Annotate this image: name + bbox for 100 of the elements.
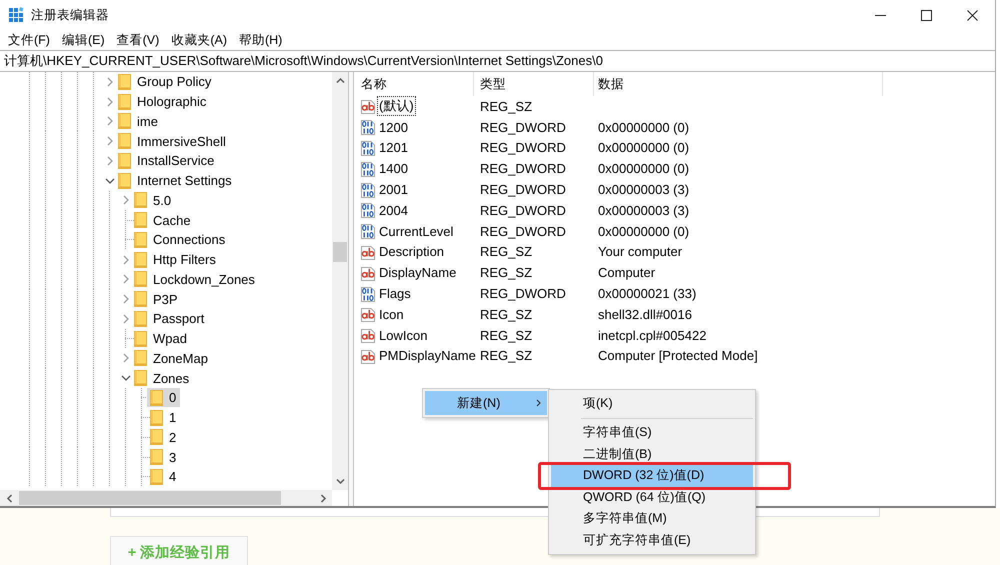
value-data: 0x00000000 (0) [597,120,690,135]
horizontal-scrollbar[interactable] [0,490,332,506]
window-title: 注册表编辑器 [31,6,109,24]
tree-item[interactable]: 5.0 [131,190,176,210]
folder-icon [150,468,163,485]
column-header[interactable]: 名称 [361,76,387,92]
menu-item[interactable]: 文件(F) [2,30,56,50]
tree-item[interactable]: Wpad [131,329,191,348]
value-name[interactable]: LowIcon [377,326,430,344]
tree-item[interactable]: Http Filters [131,250,220,270]
binary-value-icon [360,202,376,218]
string-value-icon [360,306,376,322]
tree-item[interactable]: Internet Settings [115,171,236,190]
value-name[interactable]: 1201 [377,139,410,156]
value-type: REG_DWORD [479,286,566,302]
column-header[interactable]: 数据 [598,76,624,92]
app-icon [8,7,24,23]
menu-item[interactable]: 项(K) [551,393,753,414]
value-name[interactable]: Flags [377,285,413,302]
chevron-right-icon[interactable] [107,156,113,166]
value-name[interactable]: CurrentLevel [377,222,456,240]
tree-item[interactable]: Holographic [115,92,210,112]
scroll-down-icon[interactable] [336,477,344,486]
chevron-right-icon[interactable] [123,353,129,364]
chevron-right-icon[interactable] [107,136,113,146]
scroll-up-icon[interactable] [336,76,344,85]
folder-icon [150,390,163,406]
menu-item[interactable]: QWORD (64 位)值(Q) [551,486,753,508]
tree-item[interactable]: Group Policy [115,72,216,92]
tree-item[interactable]: ZoneMap [131,348,212,368]
menu-item[interactable]: 收藏夹(A) [165,30,233,50]
value-name[interactable]: (默认) [377,96,416,116]
tree-item[interactable]: Lockdown_Zones [131,270,259,289]
menu-item[interactable]: 查看(V) [110,30,166,50]
scroll-right-icon[interactable] [318,494,328,502]
string-value-icon [360,348,376,364]
value-data: Your computer [597,244,682,260]
menu-item[interactable]: 二进制值(B) [551,444,753,465]
menu-item[interactable]: 编辑(E) [56,30,111,50]
string-value-icon [360,327,376,344]
tree-item[interactable]: P3P [131,290,182,309]
tree-item[interactable]: 4 [147,467,180,486]
tree-item[interactable]: Connections [131,230,230,250]
chevron-down-icon[interactable] [121,375,131,382]
tree-item[interactable]: Cache [131,210,195,230]
tree-item[interactable]: InstallService [115,151,218,170]
address-field[interactable]: 计算机\HKEY_CURRENT_USER\Software\Microsoft\Windows\CurrentVersion\Internet Settings\Zones\0 [0,50,995,72]
chevron-right-icon[interactable] [123,294,129,304]
string-value-icon [360,244,376,260]
chevron-right-icon[interactable] [123,254,129,265]
value-name[interactable]: DisplayName [377,264,458,282]
value-type: REG_SZ [479,98,532,114]
value-name[interactable]: Icon [377,306,406,323]
chevron-right-icon[interactable] [107,96,113,107]
folder-icon [118,172,131,189]
scroll-left-icon[interactable] [4,494,14,502]
value-name[interactable]: 2001 [377,181,410,198]
folder-icon [134,232,147,248]
scrollbar-thumb[interactable] [333,242,347,262]
column-header[interactable]: 类型 [480,76,506,92]
value-name[interactable]: 2004 [377,202,410,219]
value-name[interactable]: 1400 [377,160,410,178]
tree-item[interactable]: 0 [147,388,180,408]
value-name[interactable]: PMDisplayName [377,347,478,364]
chevron-right-icon[interactable] [107,76,113,87]
value-name[interactable]: 1200 [377,118,410,136]
chevron-right-icon[interactable] [107,116,113,126]
value-type: REG_DWORD [479,202,566,218]
tree-item[interactable]: 1 [147,408,180,428]
binary-value-icon [360,223,376,240]
string-value-icon [360,98,376,114]
menu-item[interactable]: 帮助(H) [232,30,288,50]
tree-item[interactable]: Passport [131,309,208,328]
chevron-right-icon[interactable] [123,314,129,324]
tree-item[interactable]: 2 [147,428,180,447]
tree-item[interactable]: 3 [147,448,180,467]
folder-icon [134,330,147,347]
value-data: 0x00000003 (3) [597,182,690,198]
tree-item[interactable]: ImmersiveShell [115,132,230,151]
menu-item[interactable]: 字符串值(S) [551,422,753,444]
menu-item[interactable]: 可扩充字符串值(E) [551,530,753,551]
scrollbar-thumb[interactable] [19,491,281,505]
binary-value-icon [360,286,376,302]
value-type: REG_SZ [479,244,532,260]
maximize-icon [920,10,932,20]
menu-item[interactable]: 新建(N) [425,391,547,415]
chevron-right-icon[interactable] [123,274,129,284]
folder-icon [134,370,147,386]
tree-item[interactable]: Zones [131,368,194,388]
value-type: REG_DWORD [479,140,566,156]
chevron-down-icon[interactable] [105,178,115,184]
vertical-scrollbar[interactable] [332,72,348,490]
value-name[interactable]: Description [377,243,446,260]
tree-item[interactable]: ime [115,112,162,131]
menu-item[interactable]: 多字符串值(M) [551,508,753,530]
chevron-right-icon[interactable] [123,195,129,206]
value-type: REG_SZ [479,306,532,322]
folder-icon [134,212,147,228]
string-value-icon [360,264,376,281]
menu-item[interactable]: DWORD (32 位)值(D) [551,465,753,486]
